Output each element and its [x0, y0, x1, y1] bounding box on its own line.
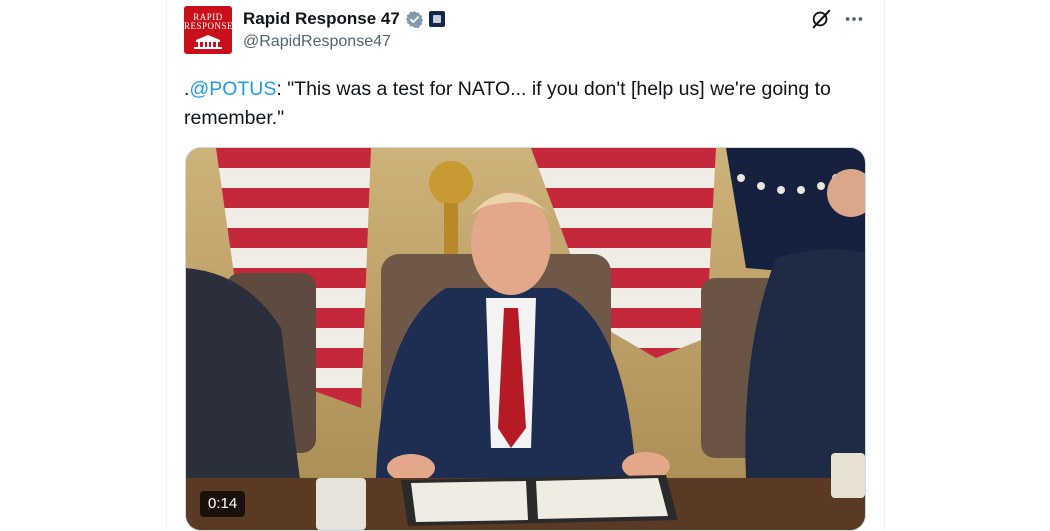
- tweet-text-body: : "This was a test for NATO... if you do…: [184, 78, 831, 129]
- more-options-icon[interactable]: [843, 8, 865, 30]
- avatar[interactable]: RAPID RESPONSE: [184, 6, 232, 54]
- name-row: Rapid Response 47: [243, 8, 445, 30]
- video-frame: [186, 148, 865, 530]
- white-house-logo-icon: [194, 35, 222, 49]
- tweet-text: .@POTUS: "This was a test for NATO... if…: [184, 75, 869, 133]
- government-affiliation-icon[interactable]: [428, 11, 445, 27]
- grok-icon[interactable]: [810, 8, 832, 30]
- video-player[interactable]: 0:14: [185, 147, 866, 531]
- video-duration-badge: 0:14: [200, 491, 246, 517]
- avatar-logo-line2: RESPONSE: [184, 21, 232, 31]
- tweet-card: RAPID RESPONSE Rapid Response 47 @RapidR…: [166, 0, 885, 531]
- handle[interactable]: @RapidResponse47: [243, 33, 391, 51]
- mention-link[interactable]: @POTUS: [189, 78, 276, 100]
- display-name[interactable]: Rapid Response 47: [243, 9, 400, 29]
- verified-badge-icon[interactable]: [405, 10, 424, 29]
